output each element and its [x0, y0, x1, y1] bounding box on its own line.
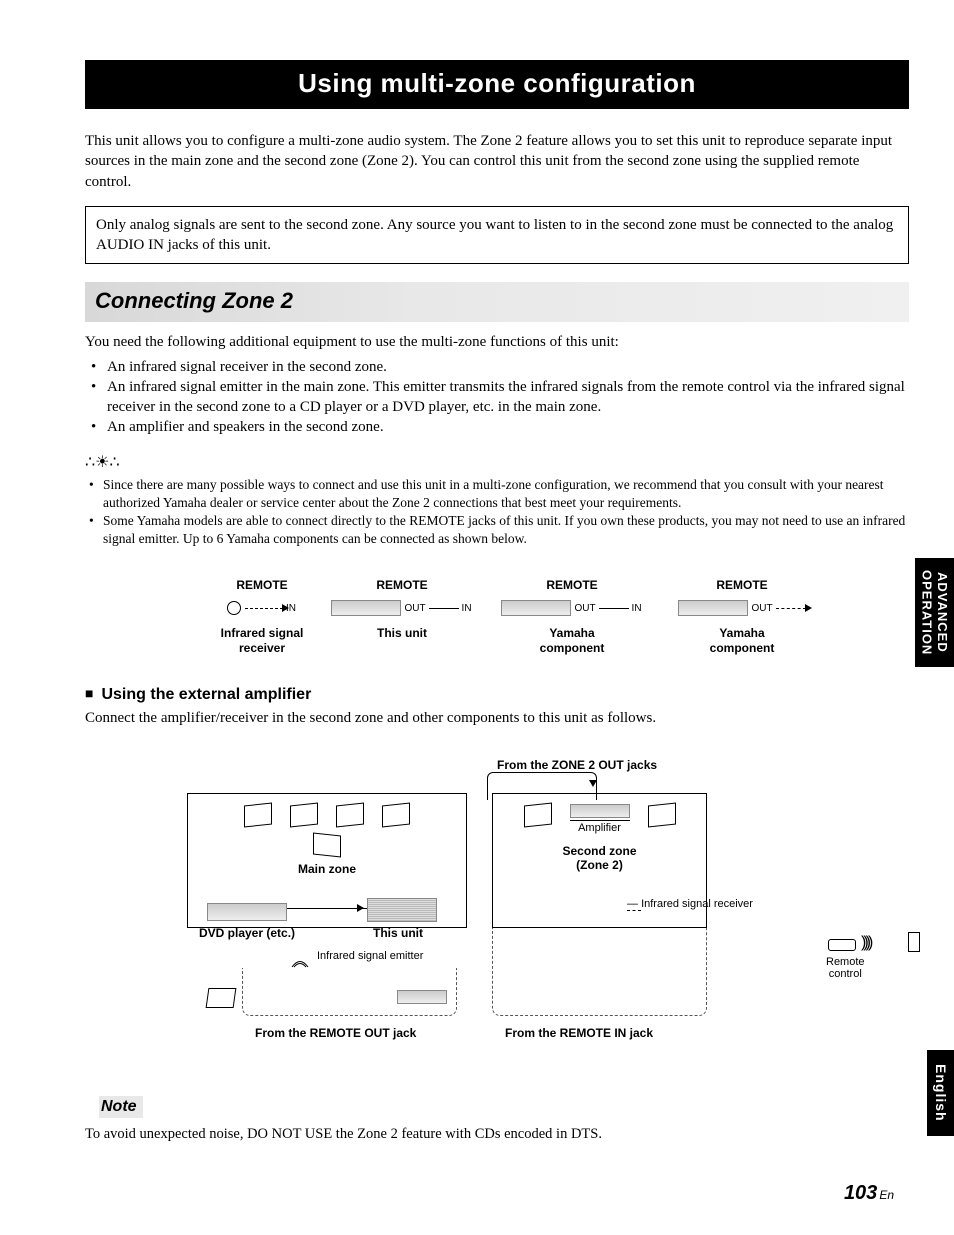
port-out: OUT — [403, 603, 426, 614]
speaker-icon — [336, 803, 364, 828]
note-text: To avoid unexpected noise, DO NOT USE th… — [85, 1124, 909, 1144]
analog-info-box: Only analog signals are sent to the seco… — [85, 206, 909, 265]
emitter-label: Infrared signal emitter — [317, 950, 423, 962]
port-out: OUT — [573, 603, 596, 614]
port-out: OUT — [750, 603, 773, 614]
port-in: IN — [461, 603, 473, 614]
list-item: An infrared signal emitter in the main z… — [89, 377, 909, 418]
dashed-arrow — [245, 608, 283, 609]
main-zone-label: Main zone — [188, 862, 466, 876]
remote-label: REMOTE — [657, 578, 827, 592]
list-item: Some Yamaha models are able to connect d… — [89, 512, 909, 548]
subheading-text: Using the external amplifier — [101, 686, 311, 703]
section-header-connecting: Connecting Zone 2 — [85, 282, 909, 322]
caption-remote-in: From the REMOTE IN jack — [505, 1026, 653, 1040]
dashed-group-in — [492, 928, 707, 1016]
ir-waves-icon: )))) — [861, 934, 870, 952]
ir-receiver-label: — Infrared signal receiver — [627, 898, 777, 910]
speaker-icon — [648, 803, 676, 828]
needs-list: An infrared signal receiver in the secon… — [85, 357, 909, 438]
list-item: Since there are many possible ways to co… — [89, 476, 909, 512]
speaker-icon — [524, 803, 552, 828]
setup-diagram: From the ZONE 2 OUT jacks Main zone Ampl… — [187, 758, 807, 1058]
page-title-bar: Using multi-zone configuration — [85, 60, 909, 109]
list-item: An amplifier and speakers in the second … — [89, 417, 909, 437]
intro-paragraph: This unit allows you to configure a mult… — [85, 131, 909, 192]
tips-list: Since there are many possible ways to co… — [85, 476, 909, 549]
page-number: 103En — [844, 1182, 894, 1205]
unit-icon — [678, 600, 748, 616]
subheading-external-amp: ■Using the external amplifier — [85, 685, 909, 704]
port-in: IN — [631, 603, 643, 614]
caption-remote-out: From the REMOTE OUT jack — [255, 1026, 416, 1040]
chain-caption: Yamaha component — [487, 626, 657, 655]
receiver-icon — [227, 601, 241, 615]
this-unit-label: This unit — [373, 926, 423, 940]
unit-icon — [331, 600, 401, 616]
amplifier-icon — [570, 804, 630, 818]
dvd-icon — [207, 903, 287, 921]
remote-label: REMOTE — [317, 578, 487, 592]
dashed-arrow — [776, 608, 806, 609]
chain-caption: Infrared signal receiver — [207, 626, 317, 655]
remote-chain-diagram: REMOTE IN Infrared signal receiver REMOT… — [125, 578, 909, 655]
dvd-label: DVD player (etc.) — [199, 926, 295, 940]
chain-caption: This unit — [317, 626, 487, 640]
remote-label: REMOTE — [207, 578, 317, 592]
caption-zone2-out: From the ZONE 2 OUT jacks — [497, 758, 657, 772]
needs-intro: You need the following additional equipm… — [85, 332, 909, 352]
speaker-icon — [244, 803, 272, 828]
amplifier-label: Amplifier — [570, 820, 630, 834]
speaker-icon — [382, 803, 410, 828]
remote-control-icon — [828, 939, 856, 951]
second-zone-label-1: Second zone — [493, 844, 706, 858]
side-tab-advanced: ADVANCED OPERATION — [915, 558, 954, 667]
dashed-group-out — [242, 968, 457, 1016]
second-zone-label-2: (Zone 2) — [493, 858, 706, 872]
tv-icon — [313, 833, 341, 858]
tip-icon: ∴☀∴ — [85, 452, 909, 472]
remote-label: REMOTE — [487, 578, 657, 592]
page-number-value: 103 — [844, 1182, 877, 1204]
ir-receiver-icon — [908, 932, 920, 952]
subtext: Connect the amplifier/receiver in the se… — [85, 708, 909, 728]
chain-caption: Yamaha component — [657, 626, 827, 655]
this-unit-icon — [367, 898, 437, 922]
page-number-suffix: En — [879, 1188, 894, 1202]
side-tab-english: English — [927, 1050, 954, 1136]
list-item: An infrared signal receiver in the secon… — [89, 357, 909, 377]
speaker-icon — [290, 803, 318, 828]
component-icon — [206, 988, 237, 1008]
note-header: Note — [99, 1096, 143, 1118]
remote-control-label: Remote control — [826, 956, 865, 980]
unit-icon — [501, 600, 571, 616]
